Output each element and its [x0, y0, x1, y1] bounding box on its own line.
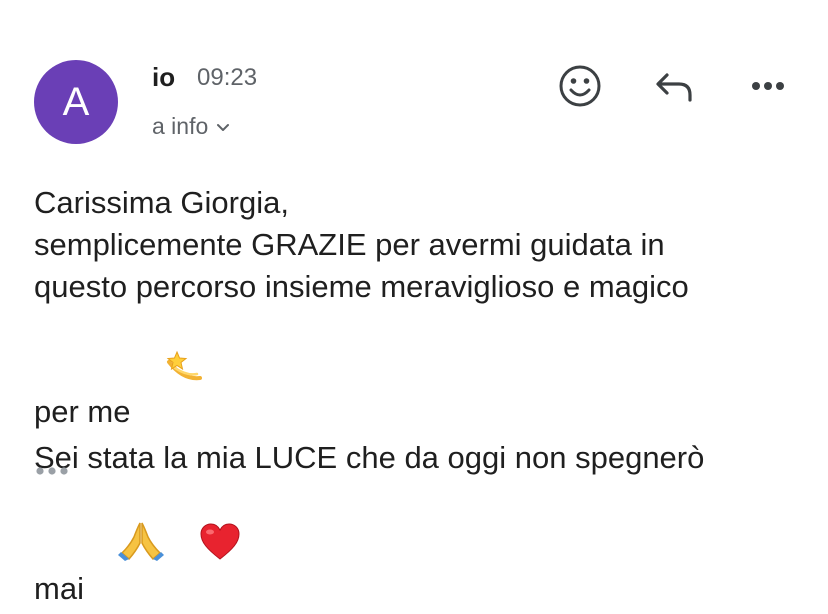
reply-icon [656, 73, 692, 102]
message-time: 09:23 [197, 64, 258, 91]
dizzy-star-emoji [130, 308, 204, 437]
add-reaction-button[interactable] [556, 62, 604, 110]
add-reaction-icon [559, 65, 601, 107]
message-body: Carissima Giorgia, semplicemente GRAZIE … [34, 182, 804, 614]
message-line: Sei stata la mia LUCE che da oggi non sp… [34, 440, 705, 475]
red-heart-emoji [164, 481, 240, 614]
avatar-initial: A [62, 79, 90, 124]
more-options-button[interactable] [744, 62, 792, 110]
message-line: semplicemente GRAZIE per avermi guidata … [34, 227, 665, 262]
reply-button[interactable] [651, 62, 699, 110]
recipient-label: a info [152, 113, 209, 139]
message-line: mai [34, 479, 804, 614]
show-trimmed-content-button[interactable] [34, 456, 74, 486]
message-line: questo percorso insieme meraviglioso e m… [34, 269, 689, 304]
message-text: per me [34, 394, 131, 429]
message-line: per me [34, 308, 804, 437]
folded-hands-emoji [84, 479, 165, 614]
message-text: mai [34, 571, 84, 606]
sender-avatar[interactable]: A [34, 60, 118, 144]
more-horizontal-icon [752, 82, 784, 90]
sender-name[interactable]: io [152, 62, 175, 93]
message-line: Carissima Giorgia, [34, 185, 289, 220]
ellipsis-icon [36, 467, 68, 475]
chevron-down-icon [216, 120, 230, 134]
recipient-toggle[interactable]: a info [152, 113, 230, 140]
